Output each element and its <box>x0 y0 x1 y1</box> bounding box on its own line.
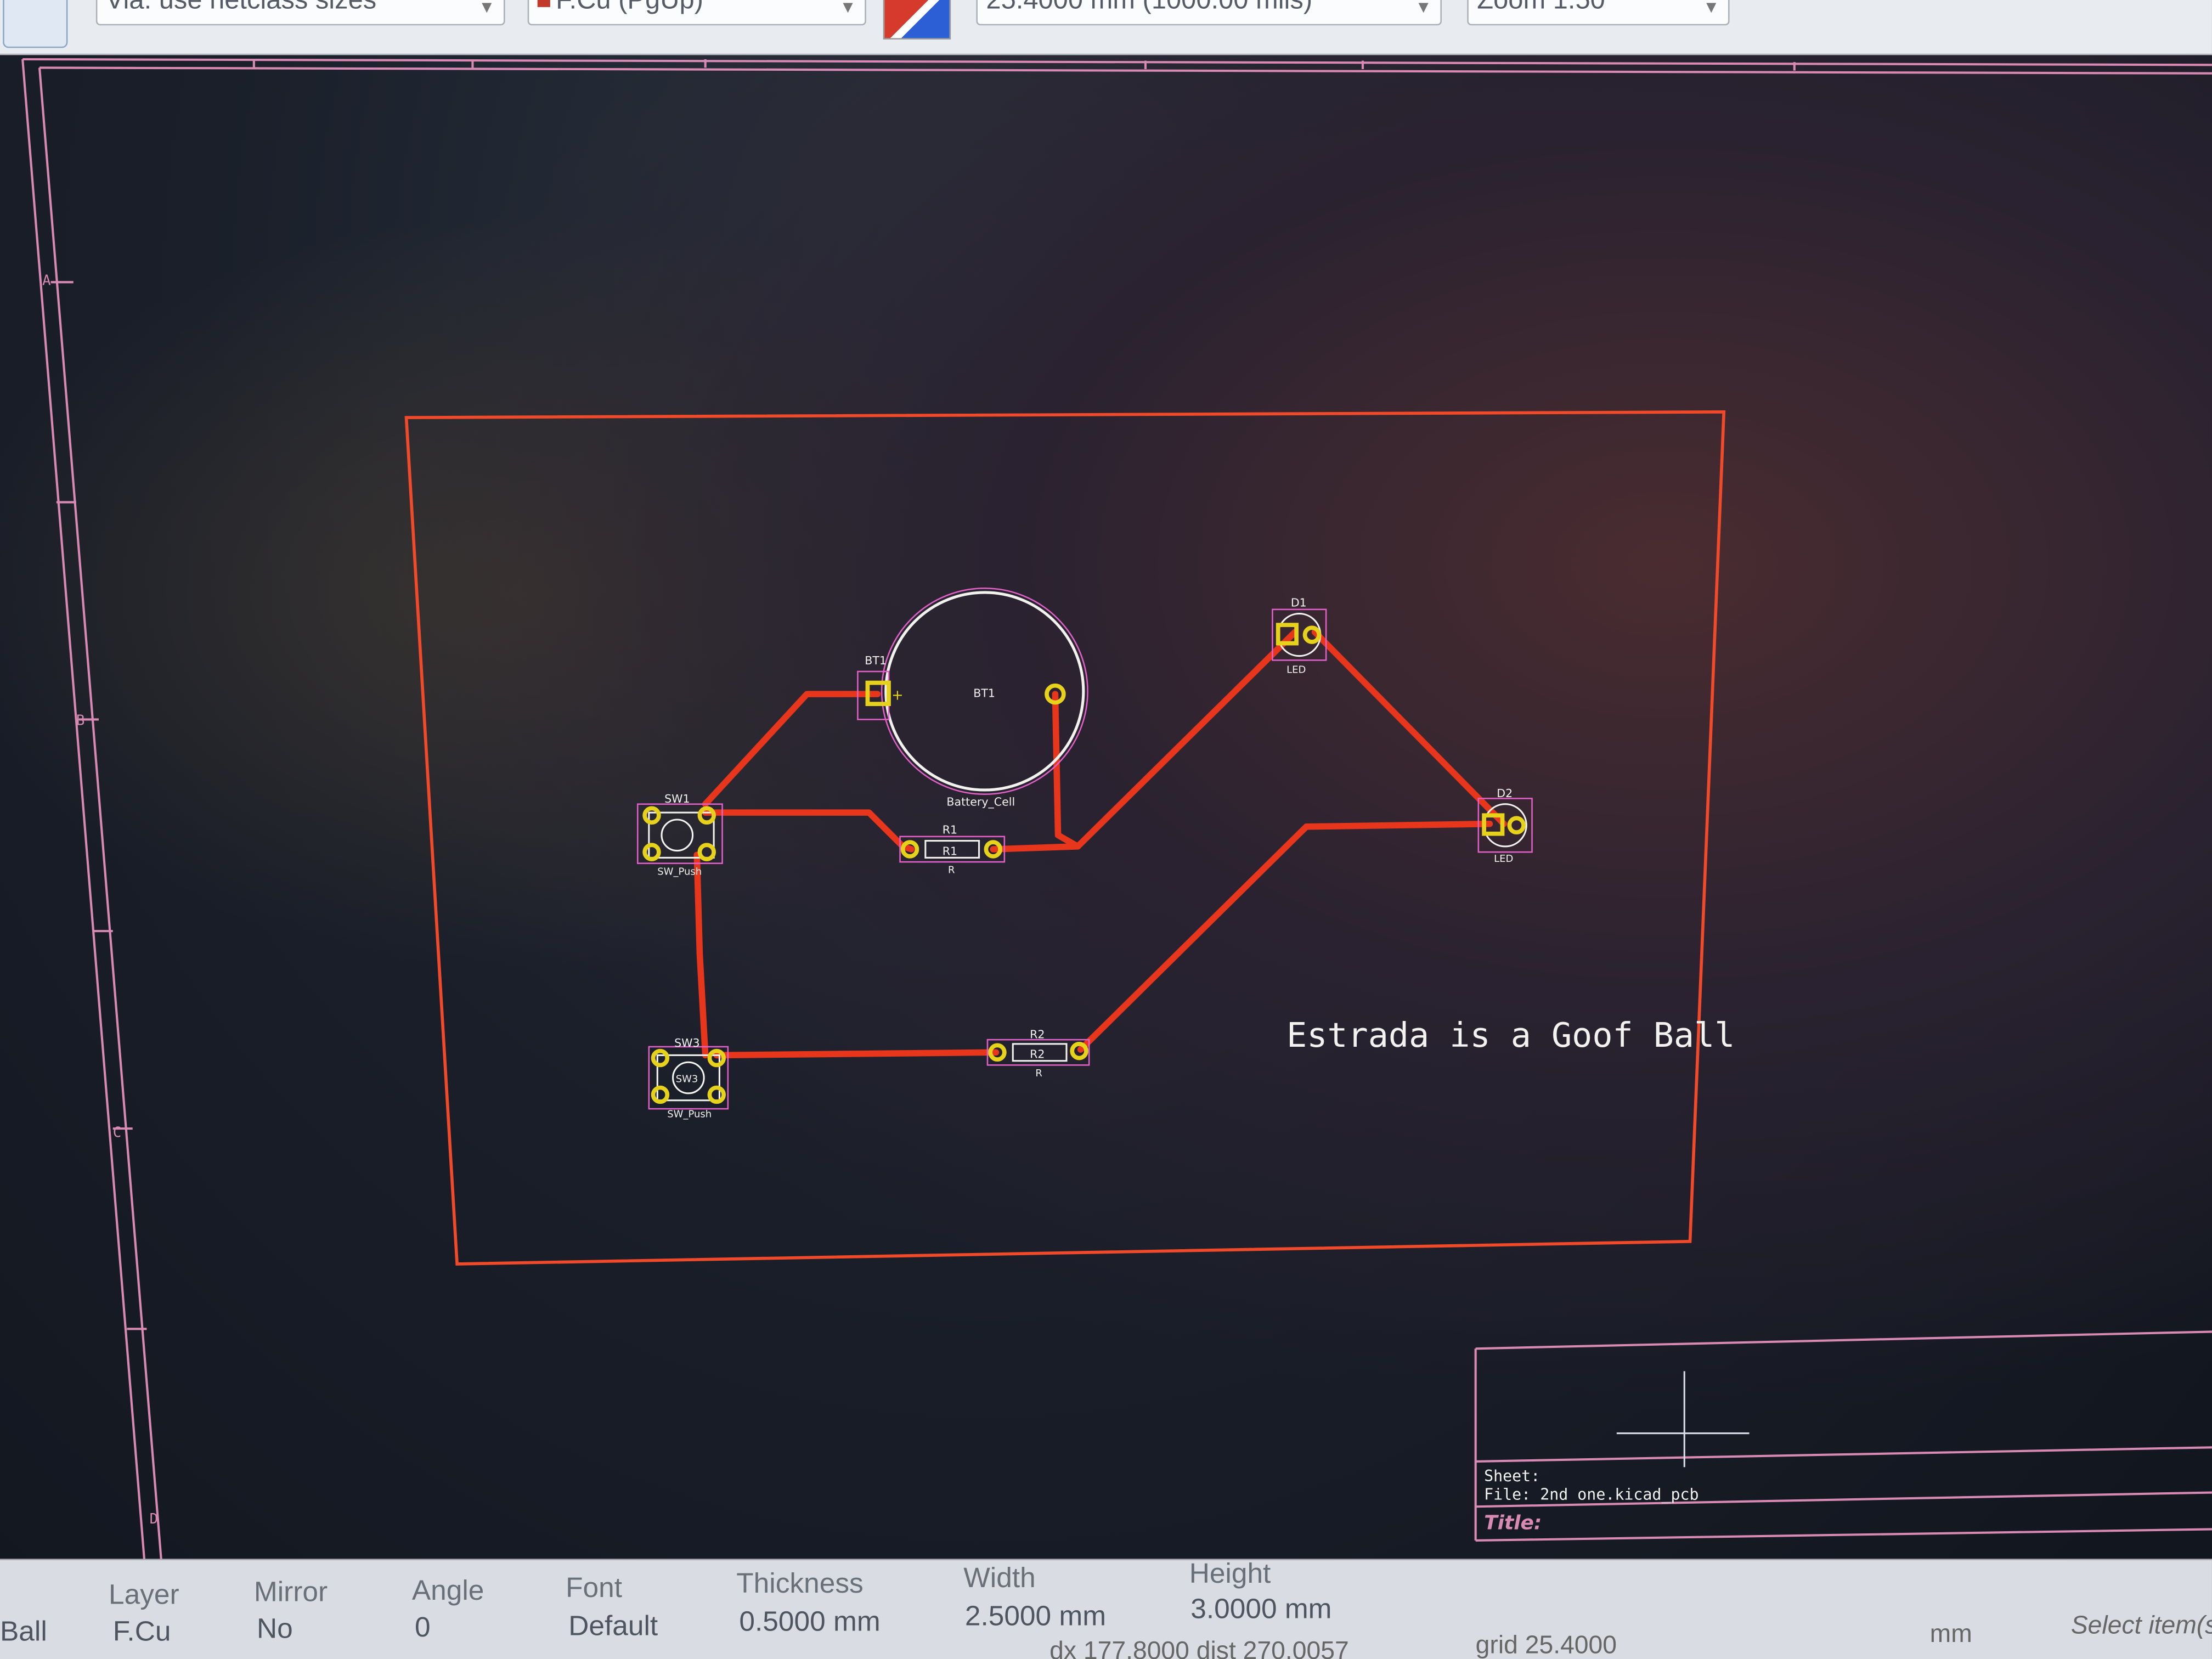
frame-row-label: B <box>76 713 84 729</box>
item-name-fragment: Ball <box>0 1616 47 1648</box>
thickness-value: 0.5000 mm <box>739 1606 881 1638</box>
bt1-value: Battery_Cell <box>946 795 1015 809</box>
track-sw3-r2 <box>713 1049 1000 1059</box>
bt1-center-label: BT1 <box>973 686 995 699</box>
height-label: Height <box>1189 1559 1271 1590</box>
sw1-value: SW_Push <box>657 866 702 877</box>
track-sw1-r1 <box>702 809 915 853</box>
width-label: Width <box>963 1563 1036 1594</box>
d1-value: LED <box>1286 664 1306 676</box>
bt1-plus-mark: + <box>891 687 904 703</box>
bt1-ref: BT1 <box>865 654 887 667</box>
angle-value: 0 <box>414 1612 431 1644</box>
origin-crosshair-icon <box>1616 1371 1750 1468</box>
r1-value: R <box>948 865 955 876</box>
sw3-ref: SW3 <box>674 1036 699 1049</box>
font-value: Default <box>568 1611 658 1643</box>
r1-body-label: R1 <box>943 844 957 857</box>
frame-row-labels: A B C D <box>42 272 158 1527</box>
r2-ref: R2 <box>1030 1028 1045 1041</box>
sw1-switch-footprint[interactable]: SW1 SW_Push <box>636 792 723 877</box>
cursor-coordinates: dx 177.8000 dist 270.0057 <box>1049 1636 1349 1659</box>
frame-row-label: A <box>42 272 51 289</box>
sw3-value: SW_Push <box>667 1109 712 1120</box>
mirror-value: No <box>256 1613 293 1645</box>
pcb-canvas[interactable]: A B C D BT1 BT1 Battery_Cell + SW1 SW_Pu… <box>0 0 2212 1659</box>
frame-row-label: C <box>113 1125 121 1141</box>
title-block-title: Title: <box>1484 1511 1542 1534</box>
r2-body-label: R2 <box>1030 1048 1045 1061</box>
track-bt1-sw1 <box>702 691 881 808</box>
silkscreen-text[interactable]: Estrada is a Goof Ball <box>1286 1015 1735 1055</box>
d1-ref: D1 <box>1291 596 1307 610</box>
width-value: 2.5000 mm <box>964 1601 1107 1633</box>
track-r1-d1 <box>990 629 1299 853</box>
mirror-label: Mirror <box>253 1577 328 1609</box>
r2-value: R <box>1035 1068 1042 1079</box>
d1-led-footprint[interactable]: D1 LED <box>1272 596 1327 676</box>
track-sw1-sw3 <box>693 851 709 1059</box>
units-status: mm <box>1929 1619 1972 1648</box>
tool-hint: Select item(s) <box>2070 1611 2212 1639</box>
properties-status-bar: Ball Layer F.Cu Mirror No Angle 0 Font D… <box>0 1559 2212 1659</box>
track-d1-d2 <box>1311 629 1507 827</box>
sw3-switch-footprint[interactable]: SW3 SW3 SW_Push <box>648 1036 729 1120</box>
track-bt1neg-r1 <box>1052 691 1081 850</box>
copper-tracks <box>693 629 1507 1059</box>
title-block-file: File: 2nd one.kicad_pcb <box>1484 1485 1699 1504</box>
thickness-label: Thickness <box>736 1568 864 1600</box>
layer-label: Layer <box>108 1579 179 1611</box>
pcb-editor-window: Via: use netclass sizes ▼ F.Cu (PgUp) ▼ … <box>0 0 2212 1659</box>
height-value: 3.0000 mm <box>1190 1594 1332 1626</box>
grid-status: grid 25.4000 <box>1475 1630 1617 1659</box>
sw1-ref: SW1 <box>664 792 690 805</box>
font-label: Font <box>566 1573 623 1604</box>
title-block <box>1474 1330 2212 1542</box>
r1-resistor-footprint[interactable]: R1 R1 R <box>899 823 1006 876</box>
sw3-center-label: SW3 <box>676 1073 698 1085</box>
r2-resistor-footprint[interactable]: R2 R2 R <box>986 1028 1090 1079</box>
d2-ref: D2 <box>1497 787 1513 800</box>
frame-row-label: D <box>150 1511 158 1527</box>
d2-value: LED <box>1494 853 1513 865</box>
r1-ref: R1 <box>943 823 957 837</box>
sheet-frame <box>21 58 2212 1659</box>
layer-value: F.Cu <box>112 1616 171 1648</box>
title-block-sheet: Sheet: <box>1484 1467 1540 1485</box>
angle-label: Angle <box>411 1576 484 1607</box>
